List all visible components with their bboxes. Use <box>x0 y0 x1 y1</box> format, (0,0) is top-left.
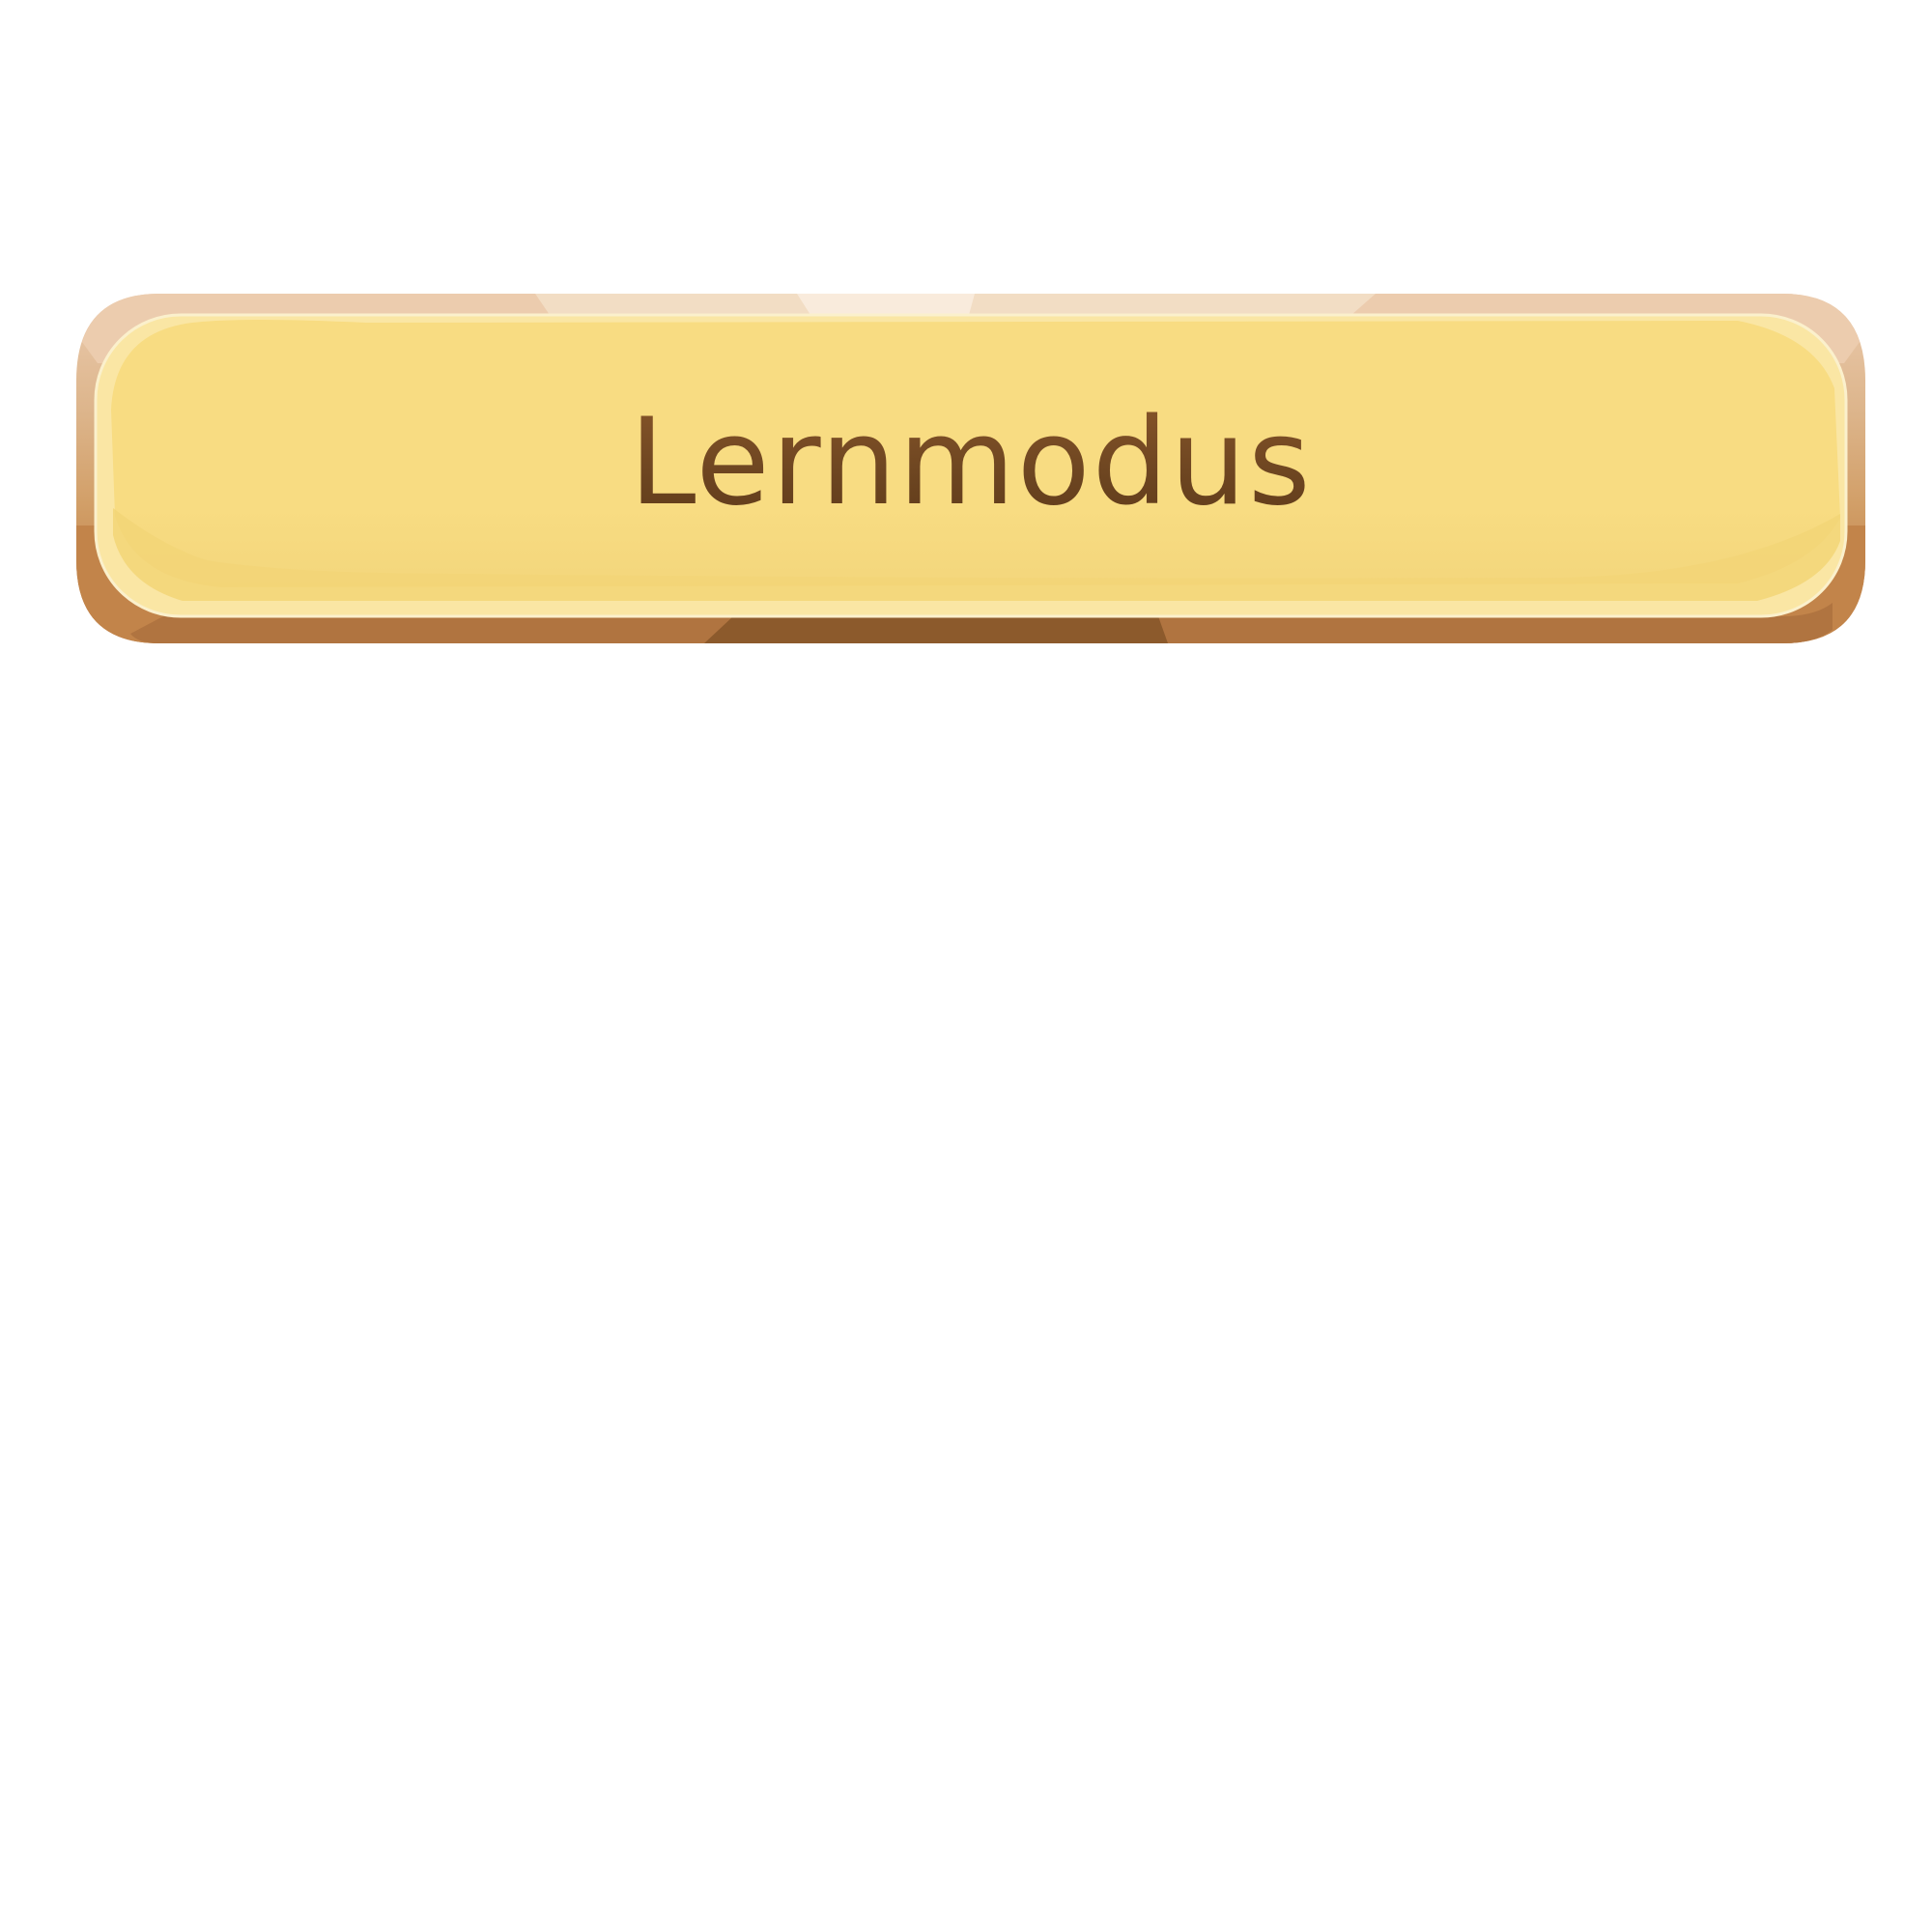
rim-bottom-shadow <box>704 616 1168 643</box>
learning-mode-button[interactable]: Lernmodus <box>76 294 1865 643</box>
stage: Lernmodus <box>0 0 1932 1932</box>
rim-top-glint-center <box>797 294 975 315</box>
button-label: Lernmodus <box>76 371 1865 554</box>
